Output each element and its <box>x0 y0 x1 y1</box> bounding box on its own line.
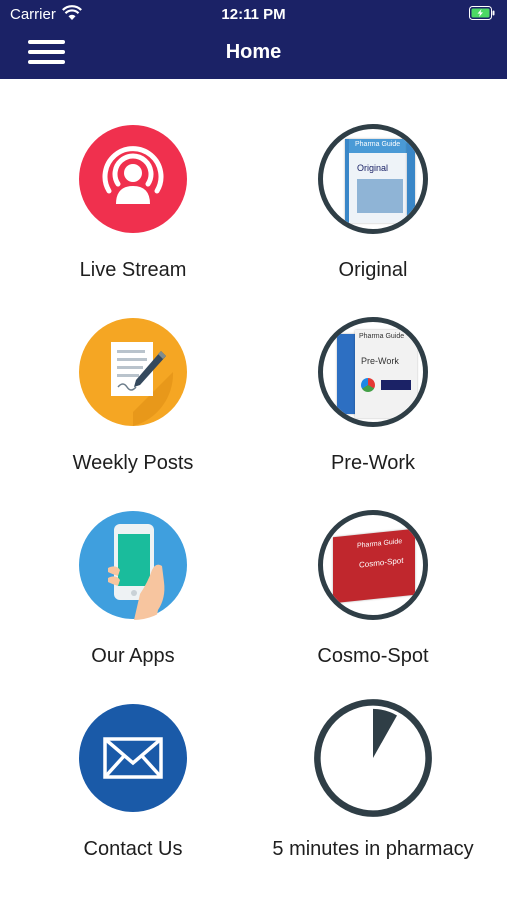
tile-5-minutes-in-pharmacy[interactable]: 5 minutes in pharmacy <box>253 699 493 883</box>
tile-pre-work[interactable]: Pharma Guide Pre-Work Pre-Work <box>253 317 493 497</box>
tile-label: Weekly Posts <box>72 452 194 474</box>
book-brand-text: Pharma Guide <box>355 141 401 148</box>
document-pen-icon <box>79 318 187 426</box>
book-title-text: Pre-Work <box>361 356 399 366</box>
tile-label: Pre-Work <box>330 452 416 474</box>
tile-label: Live Stream <box>79 259 187 281</box>
status-bar: Carrier 12:11 PM <box>0 0 507 28</box>
phone-hand-icon <box>79 511 187 620</box>
tile-original[interactable]: Pharma Guide Original Original <box>253 124 493 304</box>
tile-live-stream[interactable]: Live Stream <box>13 124 253 304</box>
status-time: 12:11 PM <box>221 6 286 23</box>
live-stream-icon <box>79 125 187 233</box>
tile-label: Cosmo-Spot <box>317 645 429 667</box>
envelope-icon <box>79 704 187 812</box>
tile-label: 5 minutes in pharmacy <box>272 838 474 860</box>
tile-cosmo-spot[interactable]: Pharma Guide Cosmo-Spot Cosmo-Spot <box>253 510 493 690</box>
cosmo-spot-book-icon: Pharma Guide Cosmo-Spot <box>318 510 428 620</box>
tile-our-apps[interactable]: Our Apps <box>13 510 253 690</box>
book-brand-text: Pharma Guide <box>357 538 403 550</box>
tile-label: Original <box>338 259 408 281</box>
tile-label: Our Apps <box>91 645 175 667</box>
book-title-text: Cosmo-Spot <box>359 555 404 570</box>
timer-icon <box>314 699 432 817</box>
tile-contact-us[interactable]: Contact Us <box>13 703 253 883</box>
tile-label: Contact Us <box>83 838 183 860</box>
tile-weekly-posts[interactable]: Weekly Posts <box>13 317 253 497</box>
original-book-icon: Pharma Guide Original <box>318 124 428 234</box>
page-title: Home <box>225 41 282 63</box>
battery-charging-icon <box>469 6 495 20</box>
book-title-text: Original <box>357 163 389 173</box>
book-brand-text: Pharma Guide <box>359 333 405 340</box>
pre-work-book-icon: Pharma Guide Pre-Work <box>318 317 428 427</box>
app-header: Carrier 12:11 PM Home <box>0 0 507 79</box>
